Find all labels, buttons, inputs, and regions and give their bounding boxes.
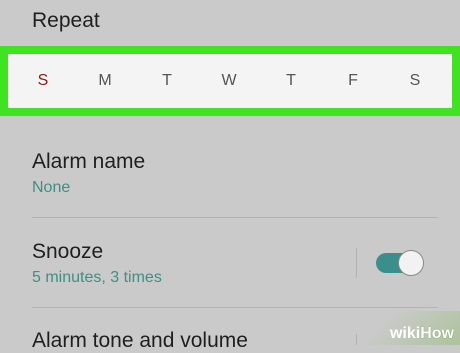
repeat-days-selector: S M T W T F S <box>0 46 460 116</box>
vertical-separator <box>356 248 357 278</box>
snooze-toggle[interactable] <box>376 250 424 276</box>
repeat-label: Repeat <box>32 9 100 32</box>
snooze-title: Snooze <box>32 240 104 263</box>
alarm-name-value: None <box>32 179 71 196</box>
day-wednesday[interactable]: W <box>221 72 237 90</box>
toggle-knob <box>398 250 424 276</box>
alarm-tone-setting[interactable]: Alarm tone and volume <box>32 329 248 353</box>
alarm-tone-title: Alarm tone and volume <box>32 329 248 352</box>
day-thursday[interactable]: T <box>283 72 299 90</box>
divider <box>32 217 438 218</box>
snooze-value: 5 minutes, 3 times <box>32 269 162 286</box>
day-monday[interactable]: M <box>97 72 113 90</box>
divider <box>32 307 438 308</box>
day-saturday[interactable]: S <box>407 72 423 90</box>
alarm-name-title: Alarm name <box>32 150 146 173</box>
day-friday[interactable]: F <box>345 72 361 90</box>
day-tuesday[interactable]: T <box>159 72 175 90</box>
snooze-setting[interactable]: Snooze 5 minutes, 3 times <box>32 240 162 287</box>
day-sunday[interactable]: S <box>35 72 51 90</box>
watermark-how: How <box>420 325 454 342</box>
watermark-wiki: wiki <box>389 325 421 342</box>
days-row: S M T W T F S <box>8 54 452 108</box>
alarm-name-setting[interactable]: Alarm name None <box>32 150 145 197</box>
wikihow-watermark: wiki How <box>390 325 454 343</box>
